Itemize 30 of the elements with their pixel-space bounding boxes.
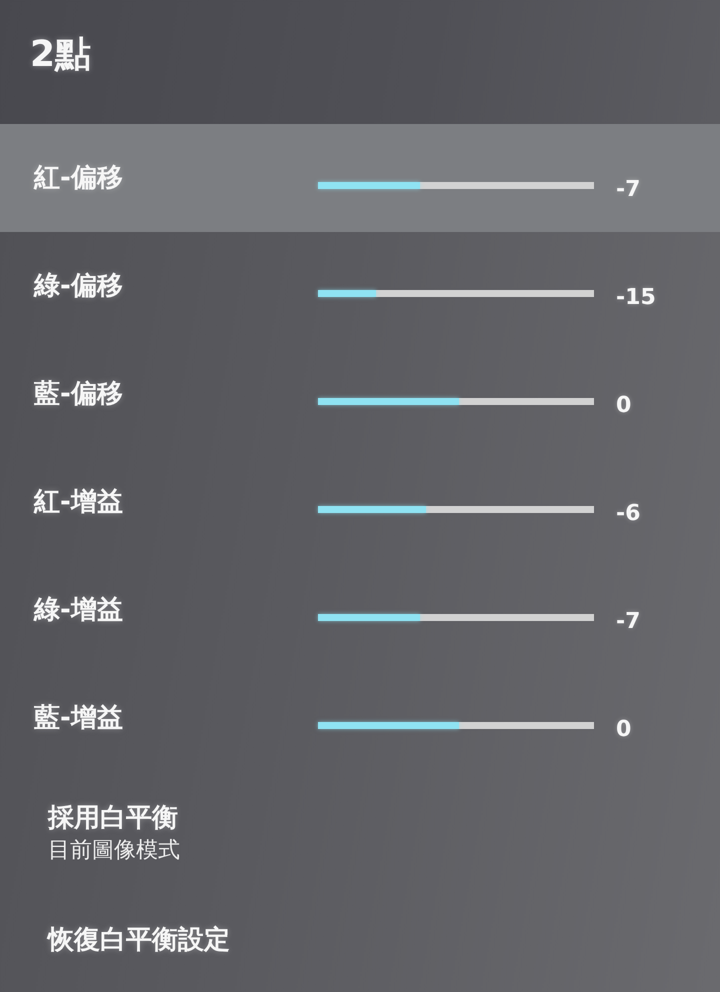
settings-row[interactable]: 綠-偏移 -15: [0, 232, 720, 340]
settings-row[interactable]: 藍-增益 0: [0, 664, 720, 772]
settings-row[interactable]: 藍-偏移 0: [0, 340, 720, 448]
settings-row[interactable]: 紅-偏移 -7: [0, 124, 720, 232]
slider-track[interactable]: [318, 506, 594, 512]
slider-value: -7: [616, 176, 640, 204]
slider-value: 0: [616, 392, 632, 420]
action-subtitle: 目前圖像模式: [48, 837, 180, 865]
screen-title: 2點: [30, 34, 92, 75]
slider-value: -6: [616, 500, 640, 528]
slider-track[interactable]: [318, 398, 594, 404]
settings-row[interactable]: 綠-增益 -7: [0, 556, 720, 664]
slider-value: -7: [616, 608, 640, 636]
setting-label: 紅-增益: [34, 486, 124, 519]
settings-row[interactable]: 恢復白平衡設定: [0, 894, 720, 986]
slider-track[interactable]: [318, 614, 594, 620]
slider-track[interactable]: [318, 182, 594, 188]
setting-label: 藍-增益: [34, 702, 124, 735]
slider-track[interactable]: [318, 290, 594, 296]
settings-row[interactable]: 採用白平衡 目前圖像模式: [0, 772, 720, 894]
settings-row[interactable]: 紅-增益 -6: [0, 448, 720, 556]
setting-label: 綠-偏移: [34, 270, 124, 303]
setting-label: 紅-偏移: [34, 162, 124, 195]
action-label: 恢復白平衡設定: [48, 924, 230, 957]
setting-label: 綠-增益: [34, 594, 124, 627]
slider-track[interactable]: [318, 722, 594, 728]
slider-value: -15: [616, 284, 656, 312]
action-label: 採用白平衡: [48, 802, 178, 835]
slider-value: 0: [616, 716, 632, 744]
setting-label: 藍-偏移: [34, 378, 124, 411]
